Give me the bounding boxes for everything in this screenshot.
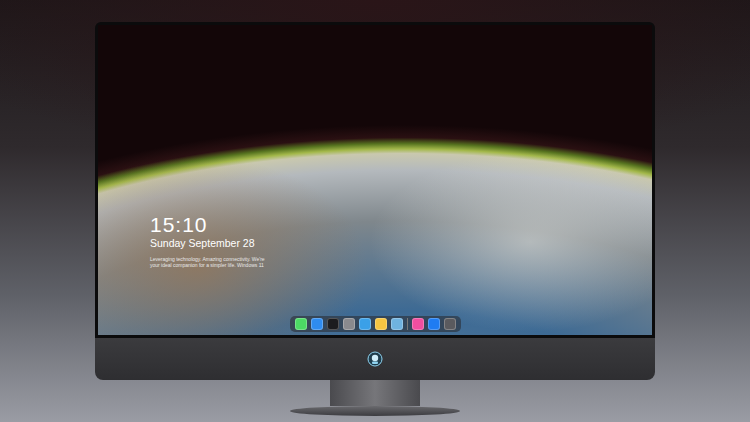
dock-app-icon[interactable] <box>391 318 403 330</box>
tagline-line: Leveraging technology. Amazing connectiv… <box>150 256 652 263</box>
clock-date: Sunday September 28 <box>150 237 652 251</box>
dock-separator <box>407 318 408 330</box>
clock: 15:10Sunday September 28 Leveraging techn… <box>150 213 652 269</box>
dock-app-icon[interactable] <box>343 318 355 330</box>
lock-screen: 15:10Sunday September 28 Leveraging techn… <box>98 25 652 335</box>
dock-app-icon[interactable] <box>311 318 323 330</box>
stand-base <box>290 406 460 416</box>
dock-app-icon[interactable] <box>359 318 371 330</box>
dock <box>290 316 461 332</box>
dock-app-icon[interactable] <box>444 318 456 330</box>
dock-app-icon[interactable] <box>428 318 440 330</box>
monitor-bezel: 15:10Sunday September 28 Leveraging techn… <box>95 22 655 338</box>
tagline: Leveraging technology. Amazing connectiv… <box>150 256 652 269</box>
clock-time: 15:10 <box>150 213 652 236</box>
dock-app-icon[interactable] <box>295 318 307 330</box>
dock-app-icon[interactable] <box>412 318 424 330</box>
tagline-line: your ideal companion for a simpler life.… <box>150 262 652 269</box>
logo-icon <box>367 351 383 367</box>
monitor-chin <box>95 338 655 380</box>
stand-neck <box>330 380 420 406</box>
dock-app-icon[interactable] <box>375 318 387 330</box>
dock-app-icon[interactable] <box>327 318 339 330</box>
page: 15:10Sunday September 28 Leveraging techn… <box>0 0 750 422</box>
